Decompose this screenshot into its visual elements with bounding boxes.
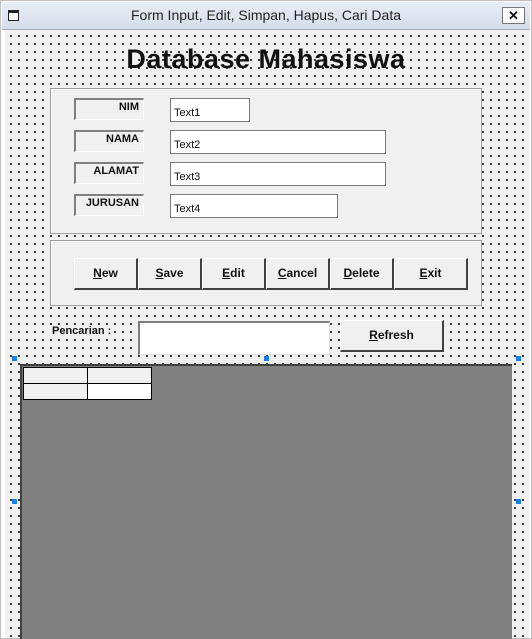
alamat-label: ALAMAT (74, 162, 144, 184)
exit-button-label: xit (427, 266, 442, 280)
refresh-button-hotkey: R (369, 328, 378, 342)
edit-button-label: dit (230, 266, 245, 280)
exit-button[interactable]: Exit (394, 258, 468, 290)
grid-header-corner[interactable] (23, 367, 88, 384)
jurusan-label: JURUSAN (74, 194, 144, 216)
selection-handle[interactable] (12, 356, 17, 361)
jurusan-field[interactable] (170, 194, 338, 218)
nama-label: NAMA (74, 130, 144, 152)
selection-handle[interactable] (12, 499, 17, 504)
new-button-label: ew (101, 266, 118, 280)
nim-label: NIM (74, 98, 144, 120)
data-grid[interactable] (20, 364, 512, 639)
exit-button-hotkey: E (419, 266, 428, 280)
alamat-field[interactable] (170, 162, 386, 186)
refresh-button-label: efresh (377, 328, 414, 342)
save-button[interactable]: Save (138, 258, 202, 290)
new-button-hotkey: N (93, 266, 102, 280)
new-button[interactable]: New (74, 258, 138, 290)
refresh-button[interactable]: Refresh (340, 320, 444, 352)
selection-handle[interactable] (516, 499, 521, 504)
grid-row-header[interactable] (23, 383, 88, 400)
search-input[interactable] (138, 321, 330, 355)
page-title: Database Mahasiswa (126, 44, 406, 74)
nim-field[interactable] (170, 98, 250, 122)
title-bar[interactable]: Form Input, Edit, Simpan, Hapus, Cari Da… (2, 2, 530, 30)
selection-handle[interactable] (516, 356, 521, 361)
window-title: Form Input, Edit, Simpan, Hapus, Cari Da… (131, 7, 401, 23)
edit-button-hotkey: E (222, 266, 231, 280)
grid-header-cell[interactable] (87, 367, 152, 384)
search-label: Pencarian : (50, 325, 114, 337)
cancel-button-label: ancel (286, 266, 318, 280)
edit-button[interactable]: Edit (202, 258, 266, 290)
close-button[interactable]: ✕ (502, 7, 525, 24)
delete-button-hotkey: D (343, 266, 353, 280)
grid-cell[interactable] (87, 383, 152, 400)
save-button-label: ave (163, 266, 184, 280)
selection-handle[interactable] (264, 356, 269, 361)
delete-button-label: elete (352, 266, 380, 280)
delete-button[interactable]: Delete (330, 258, 394, 290)
cancel-button[interactable]: Cancel (266, 258, 330, 290)
nama-field[interactable] (170, 130, 386, 154)
